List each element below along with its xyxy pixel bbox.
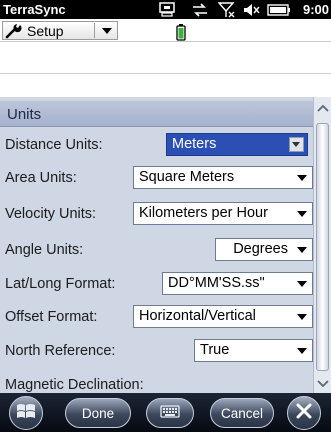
area-units-value: Square Meters bbox=[139, 169, 235, 185]
windows-start-icon bbox=[15, 401, 37, 426]
offset-format-dropdown[interactable]: Horizontal/Vertical bbox=[133, 305, 313, 328]
chevron-down-icon bbox=[289, 137, 304, 152]
dropdown-arrow-icon[interactable] bbox=[98, 24, 116, 38]
velocity-units-value: Kilometers per Hour bbox=[139, 205, 268, 221]
latlong-format-dropdown[interactable]: DD°MM'SS.ss" bbox=[162, 272, 313, 295]
angle-units-value: Degrees bbox=[233, 241, 288, 257]
setup-label: Setup bbox=[27, 22, 64, 39]
bottom-softkey-bar: Done Cancel bbox=[0, 393, 331, 432]
device-icon[interactable] bbox=[158, 1, 176, 18]
latlong-format-label: Lat/Long Format: bbox=[5, 276, 116, 292]
done-label: Done bbox=[81, 405, 115, 421]
sync-icon[interactable] bbox=[190, 1, 210, 18]
title-bar: TerraSync 9:00 bbox=[0, 0, 331, 19]
north-reference-label: North Reference: bbox=[5, 343, 116, 359]
angle-units-label: Angle Units: bbox=[5, 242, 84, 258]
done-button[interactable]: Done bbox=[65, 398, 131, 428]
offset-format-value: Horizontal/Vertical bbox=[139, 308, 256, 324]
setup-menu-button[interactable]: Setup bbox=[2, 21, 118, 40]
area-units-dropdown[interactable]: Square Meters bbox=[133, 166, 313, 189]
magnetic-declination-label: Magnetic Declination: bbox=[5, 377, 144, 393]
velocity-units-dropdown[interactable]: Kilometers per Hour bbox=[133, 202, 313, 225]
clock[interactable]: 9:00 bbox=[303, 2, 329, 17]
chevron-down-icon bbox=[297, 247, 307, 253]
section-header: Units bbox=[0, 101, 313, 127]
units-panel: Units Distance Units: Meters Area Units:… bbox=[0, 97, 313, 393]
signal-off-icon[interactable] bbox=[217, 1, 237, 18]
scroll-up-icon[interactable] bbox=[314, 99, 331, 117]
cancel-button[interactable]: Cancel bbox=[210, 398, 274, 428]
start-button[interactable] bbox=[9, 396, 43, 430]
north-reference-value: True bbox=[200, 342, 230, 358]
close-icon bbox=[295, 402, 313, 425]
velocity-units-label: Velocity Units: bbox=[5, 206, 97, 222]
chevron-down-icon bbox=[297, 281, 307, 287]
distance-units-dropdown[interactable]: Meters bbox=[166, 133, 308, 156]
chevron-down-icon bbox=[297, 314, 307, 320]
wrench-icon bbox=[3, 22, 25, 40]
offset-format-label: Offset Format: bbox=[5, 309, 98, 325]
scrollbar-thumb[interactable] bbox=[316, 123, 329, 371]
angle-units-dropdown[interactable]: Degrees bbox=[215, 238, 313, 261]
latlong-format-value: DD°MM'SS.ss" bbox=[168, 275, 265, 291]
close-button[interactable] bbox=[287, 396, 321, 430]
battery-icon[interactable] bbox=[266, 1, 292, 18]
cancel-label: Cancel bbox=[220, 405, 264, 421]
chevron-down-icon bbox=[297, 211, 307, 217]
chevron-down-icon bbox=[297, 348, 307, 354]
vertical-scrollbar[interactable] bbox=[313, 97, 331, 393]
area-units-label: Area Units: bbox=[5, 170, 77, 186]
volume-icon[interactable] bbox=[242, 1, 262, 18]
scroll-down-icon[interactable] bbox=[314, 375, 331, 393]
app-title: TerraSync bbox=[3, 2, 66, 17]
keyboard-button[interactable] bbox=[146, 398, 194, 428]
toolbar: Setup bbox=[0, 19, 331, 42]
distance-units-label: Distance Units: bbox=[5, 137, 103, 153]
split-divider bbox=[94, 23, 95, 38]
distance-units-value: Meters bbox=[172, 136, 217, 152]
north-reference-dropdown[interactable]: True bbox=[194, 339, 313, 362]
chevron-down-icon bbox=[297, 175, 307, 181]
blank-area bbox=[0, 43, 331, 74]
keyboard-icon bbox=[160, 405, 180, 421]
section-title: Units bbox=[7, 106, 42, 123]
